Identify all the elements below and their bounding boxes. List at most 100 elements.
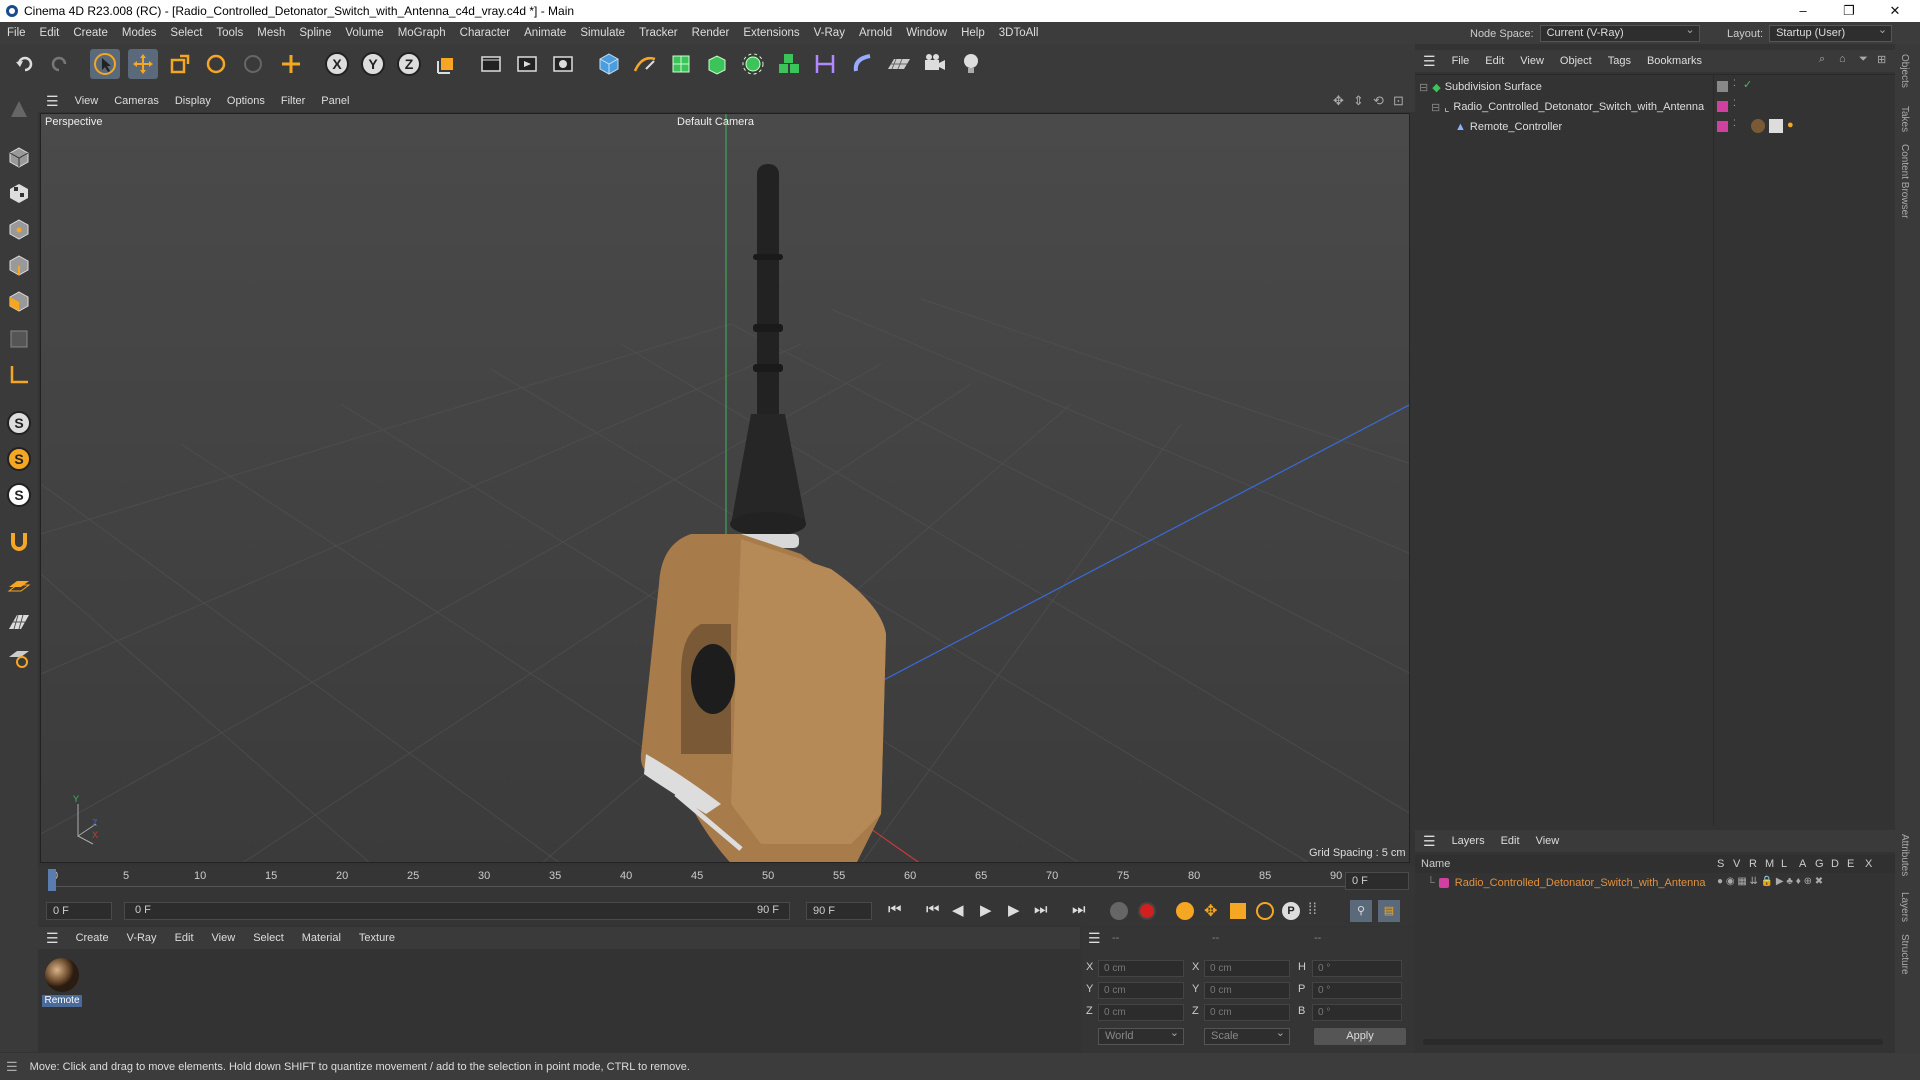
menu-vray[interactable]: V-Ray	[807, 27, 852, 39]
rot-h-field[interactable]: 0 °	[1312, 960, 1402, 977]
render-settings-icon[interactable]	[548, 49, 578, 79]
autokey-icon[interactable]	[1138, 902, 1156, 920]
viewport-menu-options[interactable]: Options	[219, 95, 273, 107]
tab-layers[interactable]: Layers	[1899, 892, 1910, 922]
menu-window[interactable]: Window	[899, 27, 954, 39]
prev-key-icon[interactable]: ⏮	[926, 901, 940, 918]
coordinate-space-dropdown[interactable]: World	[1098, 1026, 1184, 1045]
uvw-tag-icon[interactable]	[1769, 119, 1783, 133]
layout-dropdown[interactable]: Startup (User)	[1769, 23, 1893, 42]
next-frame-icon[interactable]: ▶	[1008, 901, 1020, 919]
record-keyframe-icon[interactable]	[1110, 902, 1128, 920]
select-pointer-icon[interactable]	[90, 49, 120, 79]
menu-spline[interactable]: Spline	[292, 27, 338, 39]
current-frame-field[interactable]: 0 F	[1345, 872, 1409, 890]
layer-scrollbar[interactable]	[1423, 1039, 1883, 1045]
viewport-menu-cameras[interactable]: Cameras	[106, 95, 167, 107]
object-row[interactable]: ⊟ ◆ Subdivision Surface ⁚ ✓	[1415, 77, 1895, 97]
close-button[interactable]: ✕	[1872, 0, 1918, 22]
object-menu-tags[interactable]: Tags	[1600, 55, 1639, 67]
tab-structure[interactable]: Structure	[1899, 934, 1910, 975]
live-select-icon[interactable]	[238, 49, 268, 79]
camera-icon[interactable]	[920, 49, 950, 79]
layer-flag-r[interactable]: R	[1749, 858, 1757, 870]
play-icon[interactable]: ▶	[980, 901, 992, 919]
maximize-button[interactable]: ❐	[1826, 0, 1872, 22]
edges-mode-icon[interactable]	[4, 250, 34, 280]
object-menu-bookmarks[interactable]: Bookmarks	[1639, 55, 1710, 67]
key-parameter-icon[interactable]: P	[1282, 902, 1300, 920]
deformer-icon[interactable]	[810, 49, 840, 79]
coordinate-mode-dropdown[interactable]: Scale	[1204, 1026, 1290, 1045]
tab-takes[interactable]: Takes	[1899, 106, 1910, 132]
grid-icon[interactable]	[4, 606, 34, 636]
tab-objects[interactable]: Objects	[1899, 54, 1910, 88]
range-slider[interactable]: 0 F 90 F	[124, 902, 790, 920]
menu-mograph[interactable]: MoGraph	[391, 27, 453, 39]
goto-start-icon[interactable]: ⏮	[888, 901, 902, 918]
undo-icon[interactable]	[10, 49, 40, 79]
menu-arnold[interactable]: Arnold	[852, 27, 899, 39]
object-filter-icon[interactable]: ⏷	[1859, 53, 1868, 66]
light-icon[interactable]	[956, 49, 986, 79]
menu-select[interactable]: Select	[163, 27, 209, 39]
layer-menu-layers[interactable]: Layers	[1444, 835, 1493, 847]
layer-row[interactable]: └ Radio_Controlled_Detonator_Switch_with…	[1415, 873, 1895, 893]
collapse-icon[interactable]: ⊟	[1419, 81, 1428, 94]
size-y-field[interactable]: 0 cm	[1204, 982, 1290, 999]
material-menu-vray[interactable]: V-Ray	[118, 932, 166, 944]
sky-icon[interactable]	[848, 49, 878, 79]
viewport-menu-display[interactable]: Display	[167, 95, 219, 107]
material-tag-icon[interactable]	[1751, 119, 1765, 133]
layer-flag-d[interactable]: D	[1831, 858, 1839, 870]
visibility-dots[interactable]: ⁚	[1733, 98, 1736, 109]
coordinate-system-icon[interactable]	[432, 49, 462, 79]
viewport-zoom-icon[interactable]: ⇕	[1353, 93, 1364, 109]
layer-flag-m[interactable]: M	[1765, 858, 1774, 870]
layer-flag-e[interactable]: E	[1847, 858, 1854, 870]
next-key-icon[interactable]: ⏭	[1034, 901, 1048, 918]
material-menu-texture[interactable]: Texture	[350, 932, 404, 944]
layer-menu-view[interactable]: View	[1528, 835, 1568, 847]
viewport-rotate-icon[interactable]: ⟲	[1373, 93, 1384, 109]
menu-mesh[interactable]: Mesh	[250, 27, 292, 39]
mograph-icon[interactable]	[774, 49, 804, 79]
size-x-field[interactable]: 0 cm	[1204, 960, 1290, 977]
hamburger-menu-icon[interactable]: ☰	[38, 93, 67, 110]
place-icon[interactable]	[276, 49, 306, 79]
visibility-dots[interactable]: ⁚	[1733, 118, 1736, 129]
viewport-menu-view[interactable]: View	[67, 95, 107, 107]
floor-icon[interactable]	[884, 49, 914, 79]
layer-color-tag[interactable]	[1717, 101, 1728, 112]
cloner-icon[interactable]	[738, 49, 768, 79]
menu-help[interactable]: Help	[954, 27, 992, 39]
material-hamburger-icon[interactable]: ☰	[38, 930, 67, 947]
pos-y-field[interactable]: 0 cm	[1098, 982, 1184, 999]
x-axis-icon[interactable]: X	[322, 49, 352, 79]
menu-simulate[interactable]: Simulate	[573, 27, 632, 39]
key-rotation-icon[interactable]	[1256, 902, 1274, 920]
menu-tools[interactable]: Tools	[209, 27, 250, 39]
vray-tag-icon[interactable]: ●	[1787, 119, 1794, 131]
rot-b-field[interactable]: 0 °	[1312, 1004, 1402, 1021]
menu-animate[interactable]: Animate	[517, 27, 573, 39]
extrude-icon[interactable]	[702, 49, 732, 79]
keyframe-selection-icon[interactable]	[1176, 902, 1194, 920]
layer-flag-g[interactable]: G	[1815, 858, 1824, 870]
layer-color-tag[interactable]	[1717, 81, 1728, 92]
material-menu-create[interactable]: Create	[67, 932, 118, 944]
menu-modes[interactable]: Modes	[115, 27, 164, 39]
points-mode-icon[interactable]	[4, 214, 34, 244]
playhead[interactable]	[48, 869, 56, 891]
viewport-menu-panel[interactable]: Panel	[313, 95, 357, 107]
redo-icon[interactable]	[44, 49, 74, 79]
menu-edit[interactable]: Edit	[33, 27, 67, 39]
timeline-layout-icon[interactable]: ▤	[1378, 900, 1400, 922]
polygons-mode-icon[interactable]	[4, 286, 34, 316]
key-scale-icon[interactable]	[1230, 903, 1246, 919]
cube-icon[interactable]	[594, 49, 624, 79]
object-row[interactable]: ⊟ ⌞ Radio_Controlled_Detonator_Switch_wi…	[1415, 97, 1895, 117]
pos-z-field[interactable]: 0 cm	[1098, 1004, 1184, 1021]
viewport-move-icon[interactable]: ✥	[1333, 93, 1344, 109]
menu-3dtoall[interactable]: 3DToAll	[992, 27, 1046, 39]
